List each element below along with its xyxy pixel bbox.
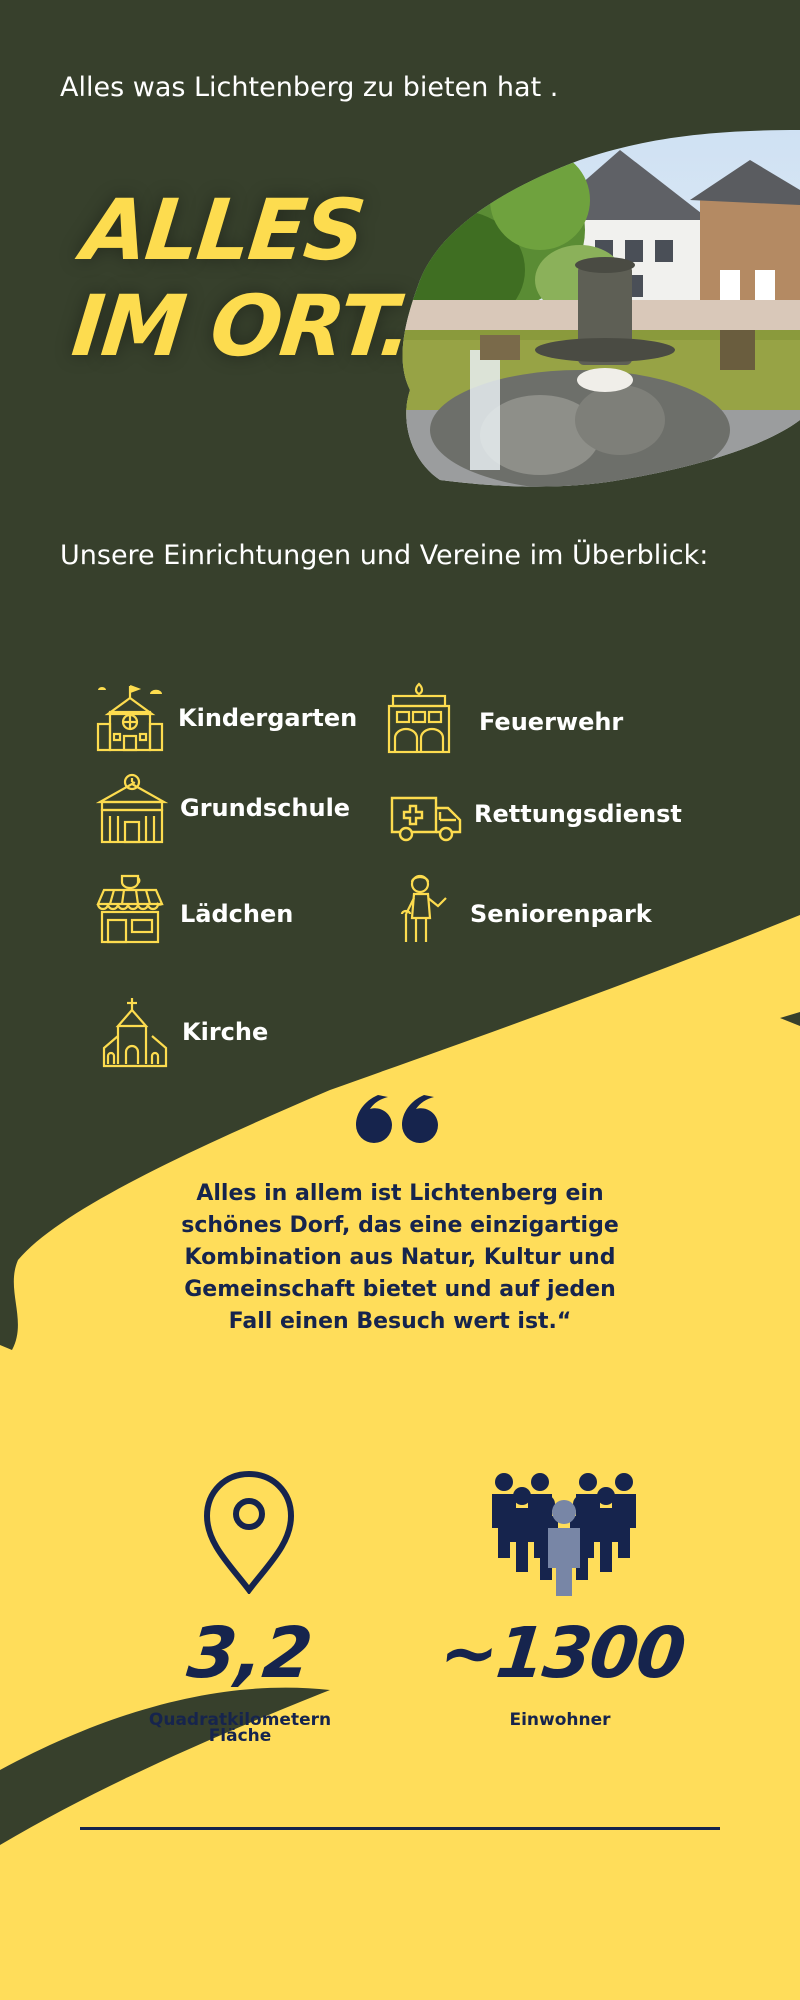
senior-icon bbox=[400, 874, 447, 942]
headline: ALLES IM ORT... bbox=[67, 181, 476, 375]
facility-label-kindergarten: Kindergarten bbox=[178, 704, 358, 732]
facility-feuerwehr: Feuerwehr bbox=[383, 682, 623, 754]
facility-seniorenpark: Seniorenpark bbox=[386, 872, 652, 944]
facility-label-kirche: Kirche bbox=[182, 1018, 269, 1046]
people-group-icon bbox=[492, 1473, 636, 1596]
facility-laedchen: Lädchen bbox=[94, 872, 293, 944]
area-value: 3,2 bbox=[183, 1612, 317, 1694]
page-subtitle: Alles was Lichtenberg zu bieten hat . bbox=[60, 72, 559, 103]
quote-mark-icon bbox=[356, 1095, 438, 1143]
shop-icon bbox=[96, 874, 164, 944]
location-pin-icon bbox=[203, 1470, 295, 1594]
fountain-photo bbox=[402, 130, 800, 487]
facility-grundschule: Grundschule bbox=[96, 772, 350, 844]
facility-label-seniorenpark: Seniorenpark bbox=[470, 900, 652, 928]
area-label-caption: Fläche bbox=[208, 1726, 272, 1746]
population-value: ~1300 bbox=[435, 1612, 688, 1694]
overview-title: Unsere Einrichtungen und Vereine im Über… bbox=[60, 540, 709, 571]
facility-label-feuerwehr: Feuerwehr bbox=[479, 708, 624, 736]
fire-station-icon bbox=[387, 682, 451, 754]
school-icon bbox=[96, 773, 168, 844]
population-label: Einwohner bbox=[509, 1710, 611, 1730]
ambulance-icon bbox=[390, 796, 462, 842]
facility-kindergarten: Kindergarten bbox=[94, 682, 357, 754]
facility-label-laedchen: Lädchen bbox=[180, 900, 294, 928]
headline-line-2: IM ORT... bbox=[67, 277, 476, 375]
facility-label-grundschule: Grundschule bbox=[180, 794, 351, 822]
kindergarten-icon bbox=[96, 684, 164, 752]
facility-label-rettungsdienst: Rettungsdienst bbox=[474, 800, 682, 828]
church-icon bbox=[102, 998, 168, 1068]
facility-kirche: Kirche bbox=[98, 996, 268, 1068]
divider-line bbox=[80, 1827, 720, 1830]
facility-rettungsdienst: Rettungsdienst bbox=[390, 778, 682, 850]
quote-text: Alles in allem ist Lichtenberg ein schön… bbox=[181, 1181, 619, 1334]
headline-line-1: ALLES bbox=[77, 181, 369, 279]
